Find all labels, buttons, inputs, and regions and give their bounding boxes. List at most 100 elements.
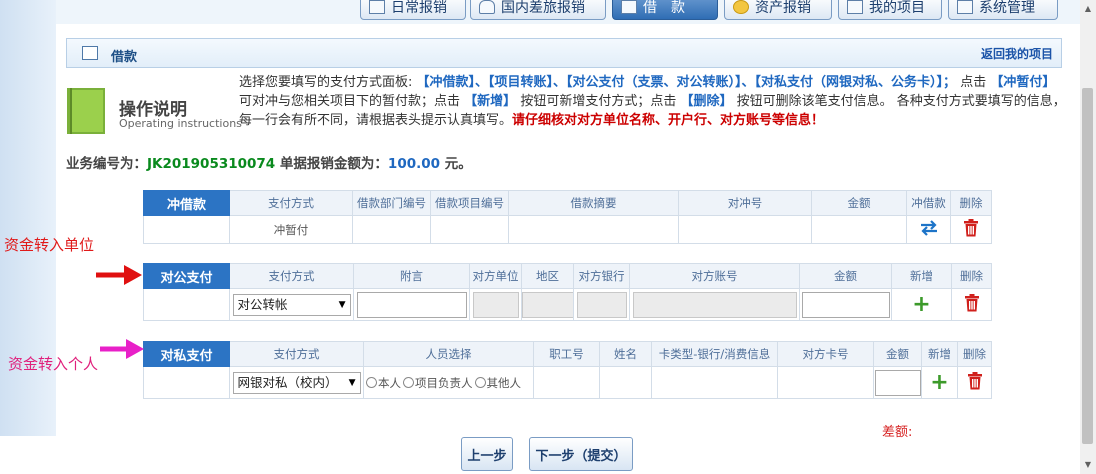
back-to-my-projects-link[interactable]: 返回我的项目 xyxy=(981,45,1053,62)
coins-icon xyxy=(733,0,749,14)
instr-highlight: 【新增】 xyxy=(464,94,517,109)
plus-icon: + xyxy=(930,369,949,395)
offset-loan-table: 冲借款 支付方式 借款部门编号 借款项目编号 借款摘要 对冲号 金额 冲借款 删… xyxy=(143,190,992,244)
delete-private-row[interactable] xyxy=(957,366,992,399)
radio-self[interactable] xyxy=(366,376,377,388)
radio-label: 项目负责人 xyxy=(415,375,473,390)
cell: 网银对私（校内） ▼ xyxy=(229,366,364,399)
col-header: 支付方式 xyxy=(229,263,354,289)
cell xyxy=(533,366,600,399)
select-value: 对公转帐 xyxy=(237,296,288,312)
next-submit-button[interactable]: 下一步（提交） xyxy=(529,437,633,471)
select-value: 网银对私（校内） xyxy=(237,374,338,390)
offset-method-cell: 冲暂付 xyxy=(229,215,353,244)
red-arrow-icon xyxy=(96,265,142,285)
table-row: 冲暂付 xyxy=(143,215,992,244)
business-info: 业务编号为：JK201905310074 单据报销金额为：100.00 元。 xyxy=(66,152,472,172)
plus-icon: + xyxy=(912,291,931,317)
previous-step-button[interactable]: 上一步 xyxy=(461,437,513,471)
add-public-row[interactable]: + xyxy=(891,288,952,321)
tab-label: 国内差旅报销 xyxy=(501,0,585,16)
cell xyxy=(599,366,652,399)
col-header: 金额 xyxy=(799,263,892,289)
region-input[interactable] xyxy=(522,291,573,318)
private-method-select[interactable]: 网银对私（校内） ▼ xyxy=(232,371,361,394)
cell xyxy=(777,366,874,399)
swap-icon xyxy=(920,220,937,236)
col-header: 新增 xyxy=(891,263,952,289)
col-header: 删除 xyxy=(950,190,992,216)
counterparty-account-input[interactable] xyxy=(632,291,797,318)
col-header: 支付方式 xyxy=(229,341,364,367)
counterparty-unit-input[interactable] xyxy=(472,291,519,318)
col-header: 姓名 xyxy=(599,341,652,367)
difference-label: 差额: xyxy=(882,425,913,440)
instructions-text: 选择您要填写的支付方式面板: 【冲借款】、【项目转账】、【对公支付（支票、对公转… xyxy=(239,73,1069,130)
cell xyxy=(629,288,800,321)
col-header: 删除 xyxy=(951,263,992,289)
tab-asset-reimbursement[interactable]: 资产报销 xyxy=(724,0,832,20)
col-header: 对方账号 xyxy=(629,263,800,289)
tab-label: 我的项目 xyxy=(869,0,925,16)
annotation-to-unit: 资金转入单位 xyxy=(4,236,95,254)
col-header: 附言 xyxy=(353,263,470,289)
col-header: 职工号 xyxy=(533,341,600,367)
dropdown-arrow-icon: ▼ xyxy=(348,377,356,388)
col-header: 借款摘要 xyxy=(508,190,679,216)
section-title: 借款 xyxy=(111,50,138,65)
add-private-row[interactable]: + xyxy=(921,366,958,399)
tab-domestic-travel[interactable]: 国内差旅报销 xyxy=(470,0,606,20)
cell xyxy=(521,288,574,321)
tab-daily-reimbursement[interactable]: 日常报销 xyxy=(360,0,466,20)
tab-label: 资产报销 xyxy=(755,0,811,16)
delete-offset-row[interactable] xyxy=(950,215,992,244)
dropdown-arrow-icon: ▼ xyxy=(338,299,346,310)
book-icon xyxy=(67,88,105,134)
memo-input[interactable] xyxy=(356,291,467,318)
tab-label: 日常报销 xyxy=(391,0,447,16)
col-header: 金额 xyxy=(873,341,922,367)
section-header: 借款 返回我的项目 xyxy=(66,38,1062,68)
folder-icon xyxy=(847,0,863,14)
instr-highlight: 【冲借款】、【项目转账】、【对公支付（支票、对公转账）】、【对私支付（网银对私、… xyxy=(416,75,957,90)
tab-my-projects[interactable]: 我的项目 xyxy=(838,0,942,20)
public-table-title: 对公支付 xyxy=(143,263,230,289)
col-header: 删除 xyxy=(957,341,992,367)
col-header: 地区 xyxy=(521,263,574,289)
col-header: 对方卡号 xyxy=(777,341,874,367)
panel-icon xyxy=(82,46,98,60)
amount-label: 单据报销金额为： xyxy=(279,156,388,172)
cell xyxy=(651,366,778,399)
scroll-down-icon[interactable]: ▼ xyxy=(1083,460,1093,470)
instr-part: 选择您要填写的支付方式面板: xyxy=(239,75,413,90)
instr-part: 按钮可新增支付方式；点击 xyxy=(520,94,677,109)
tab-loan[interactable]: 借 款 xyxy=(612,0,718,20)
public-method-select[interactable]: 对公转帐 ▼ xyxy=(232,293,351,316)
public-amount-input[interactable] xyxy=(801,291,890,318)
cell xyxy=(811,215,907,244)
scrollbar-thumb[interactable] xyxy=(1082,88,1093,444)
col-header: 支付方式 xyxy=(229,190,353,216)
tab-system-management[interactable]: 系统管理 xyxy=(948,0,1058,20)
radio-project-lead[interactable] xyxy=(403,376,414,388)
delete-public-row[interactable] xyxy=(951,288,992,321)
cell xyxy=(353,288,470,321)
cell: 对公转帐 ▼ xyxy=(229,288,354,321)
private-payment-table: 对私支付 支付方式 人员选择 职工号 姓名 卡类型-银行/消费信息 对方卡号 金… xyxy=(143,341,992,399)
col-header: 借款项目编号 xyxy=(430,190,509,216)
offset-loan-action[interactable] xyxy=(906,215,951,244)
col-header: 对冲号 xyxy=(678,190,812,216)
counterparty-bank-input[interactable] xyxy=(576,291,627,318)
private-amount-input[interactable] xyxy=(874,369,921,396)
col-header: 冲借款 xyxy=(906,190,951,216)
scroll-up-icon[interactable]: ▲ xyxy=(1083,4,1093,14)
instr-part: 可对冲与您相关项目下的暂付款；点击 xyxy=(239,94,461,109)
trash-icon xyxy=(964,294,979,312)
amount-value: 100.00 xyxy=(387,156,441,172)
cell xyxy=(352,215,431,244)
col-header: 对方银行 xyxy=(573,263,630,289)
instr-part: 点击 xyxy=(960,75,987,90)
cell xyxy=(143,366,230,399)
radio-other[interactable] xyxy=(474,376,486,388)
tab-label: 借 款 xyxy=(643,0,685,16)
